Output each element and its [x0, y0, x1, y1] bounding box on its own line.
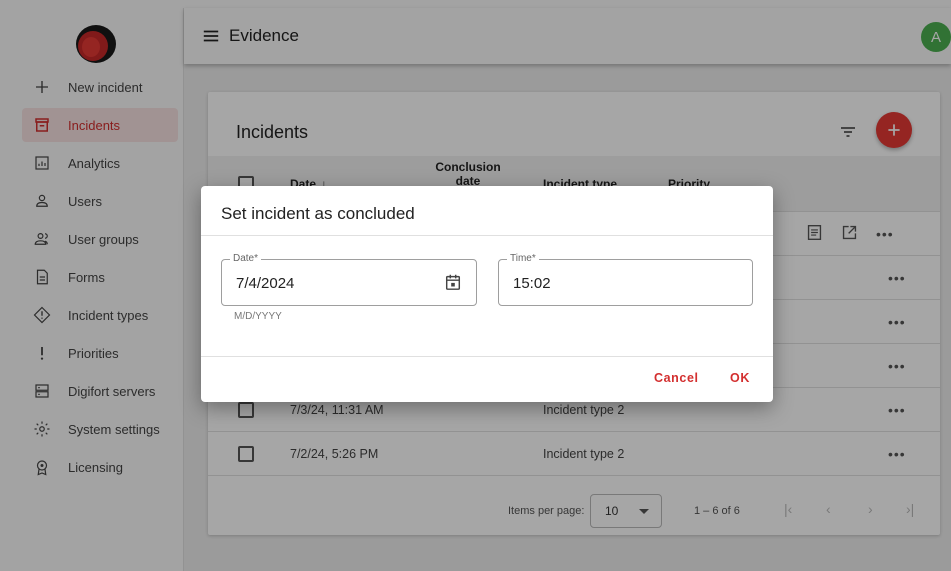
time-field-label: Time*: [507, 253, 539, 264]
date-field-label: Date*: [230, 253, 262, 264]
date-field-value: 7/4/2024: [236, 275, 295, 292]
dialog-title: Set incident as concluded: [221, 204, 415, 223]
ok-button[interactable]: OK: [730, 371, 750, 385]
conclude-incident-dialog: Set incident as concluded Date* 7/4/2024…: [201, 186, 773, 402]
calendar-icon[interactable]: [444, 273, 462, 291]
cancel-button[interactable]: Cancel: [654, 371, 699, 385]
date-format-hint: M/D/YYYY: [234, 311, 282, 322]
divider: [201, 356, 773, 357]
divider: [201, 235, 773, 236]
date-field[interactable]: Date* 7/4/2024: [221, 253, 477, 306]
time-field-value: 15:02: [513, 275, 551, 292]
time-field[interactable]: Time* 15:02: [498, 253, 753, 306]
